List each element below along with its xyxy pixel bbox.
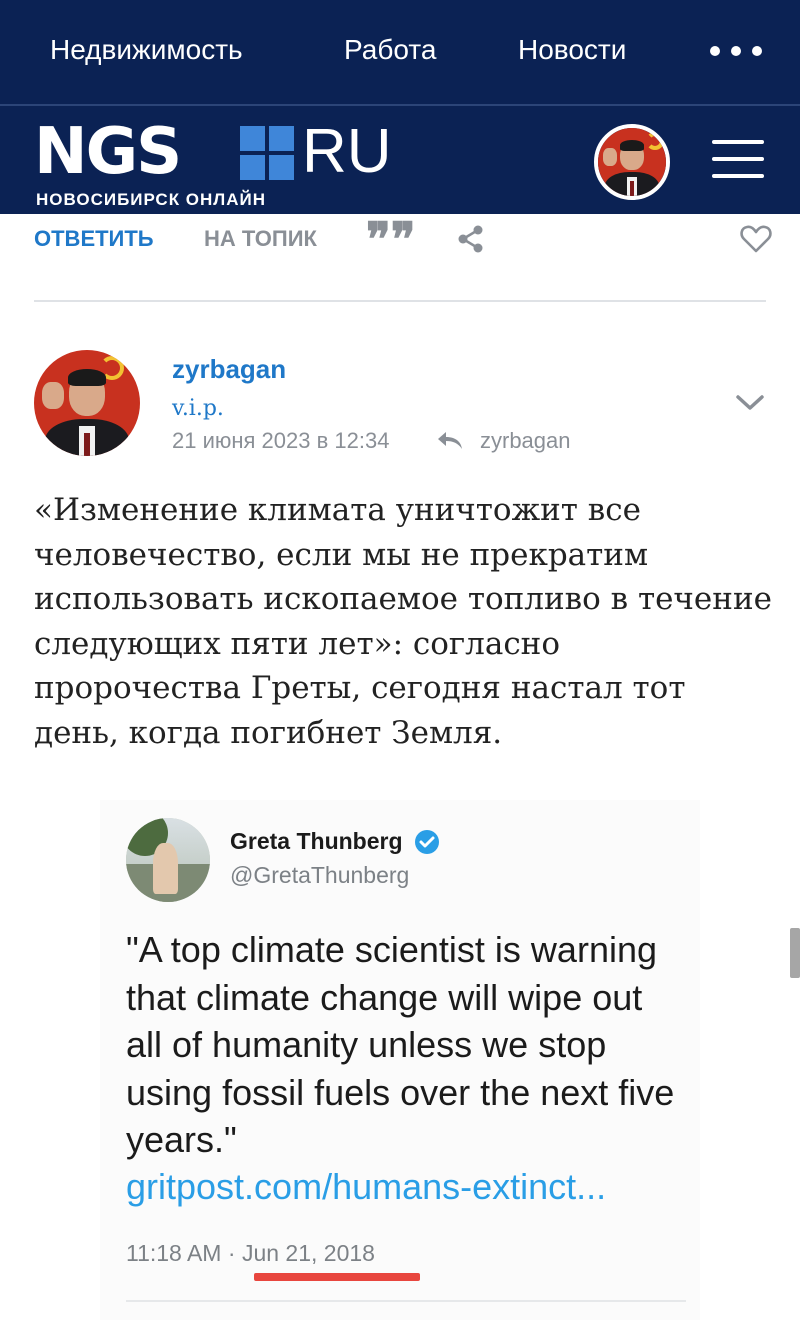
tweet-link: gritpost.com/humans-extinct... [126, 1166, 607, 1207]
logo-domain: RU [302, 117, 392, 186]
tweet-time: 11:18 AM [126, 1240, 222, 1266]
tweet-author-name: Greta Thunberg [230, 828, 403, 854]
post-date: 21 июня 2023 в 12:34 [172, 428, 390, 453]
tweet-timestamp: 11:18 AM · Jun 21, 2018 [126, 1240, 375, 1267]
avatar-image [34, 350, 140, 456]
tweet-divider [126, 1300, 686, 1302]
user-avatar[interactable] [594, 124, 670, 200]
date-highlight-underline [254, 1273, 420, 1281]
to-topic-button[interactable]: НА ТОПИК [204, 226, 317, 252]
tweet-avatar [126, 818, 210, 902]
logo-wordmark: NGS [34, 115, 182, 189]
nav-link-real-estate[interactable]: Недвижимость [50, 34, 243, 66]
reply-to-user[interactable]: zyrbagan [480, 428, 571, 454]
tweet-separator: · [227, 1240, 236, 1266]
nav-link-news[interactable]: Новости [518, 34, 626, 66]
post-body: «Изменение климата уничтожит все человеч… [34, 492, 772, 751]
avatar-image [598, 128, 666, 196]
tweet-date: Jun 21, 2018 [241, 1240, 375, 1266]
author-rank: v.i.p. [172, 396, 224, 421]
more-dots-icon[interactable] [710, 46, 762, 56]
hamburger-menu-icon[interactable] [712, 138, 764, 180]
site-logo[interactable]: NGS RU НОВОСИБИРСК ОНЛАЙН [34, 115, 414, 210]
scrollbar-thumb[interactable] [790, 928, 800, 978]
heart-icon[interactable] [740, 224, 772, 254]
divider [34, 300, 766, 302]
author-name[interactable]: zyrbagan [172, 354, 286, 385]
embedded-tweet-image[interactable]: Greta Thunberg @GretaThunberg "A top cli… [100, 800, 700, 1320]
quote-icon[interactable]: ❞❞ [366, 216, 416, 262]
share-icon[interactable] [456, 224, 486, 254]
tweet-text: "A top climate scientist is warning that… [126, 929, 675, 1160]
verified-badge-icon [415, 830, 439, 854]
tweet-handle: @GretaThunberg [230, 862, 410, 888]
reply-button[interactable]: ОТВЕТИТЬ [34, 226, 154, 252]
author-avatar[interactable] [34, 350, 140, 456]
logo-subtitle: НОВОСИБИРСК ОНЛАЙН [36, 190, 267, 209]
logo-square-icon [240, 126, 294, 180]
post-actions: ОТВЕТИТЬ НА ТОПИК ❞❞ [0, 214, 800, 300]
nav-link-jobs[interactable]: Работа [344, 34, 436, 66]
top-navigation: Недвижимость Работа Новости [0, 0, 800, 104]
site-header: NGS RU НОВОСИБИРСК ОНЛАЙН [0, 106, 800, 214]
reply-arrow-icon [438, 432, 462, 449]
chevron-down-icon[interactable] [734, 390, 766, 414]
